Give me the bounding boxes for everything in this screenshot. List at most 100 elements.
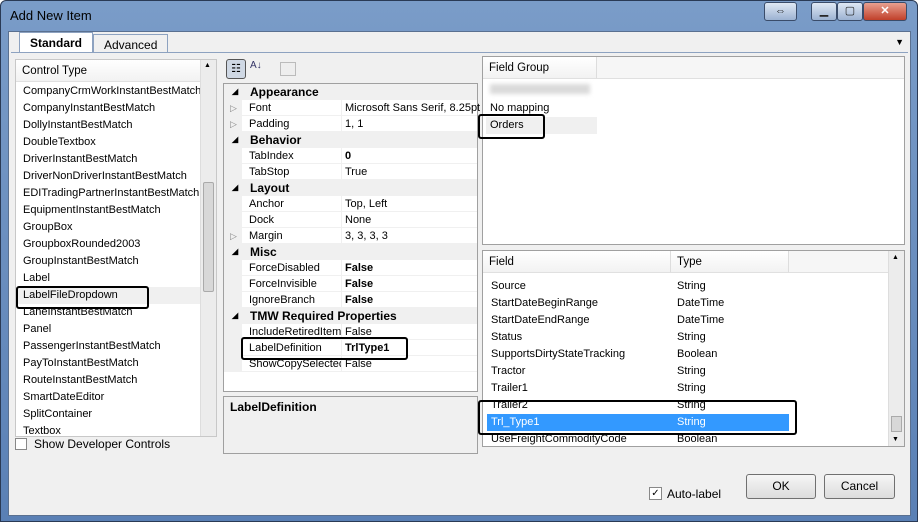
control-type-item[interactable]: GroupboxRounded2003 [17,236,200,253]
control-type-item[interactable]: PayToInstantBestMatch [17,355,200,372]
field-name: Trailer1 [491,382,528,394]
maximize-button[interactable]: ▢ [837,2,863,21]
control-type-item[interactable]: PassengerInstantBestMatch [17,338,200,355]
expand-icon[interactable]: ▷ [230,228,237,244]
resize-button[interactable]: ⇔ [764,2,797,21]
control-type-item[interactable]: DriverNonDriverInstantBestMatch [17,168,200,185]
categorized-view-icon[interactable]: ☷ [226,59,246,79]
property-row[interactable]: ForceDisabled False [224,260,477,276]
control-type-item[interactable]: DriverInstantBestMatch [17,151,200,168]
field-name: SupportsDirtyStateTracking [491,348,626,360]
alphabetical-sort-icon[interactable]: A↓ [250,60,262,71]
property-row[interactable]: TabStop True [224,164,477,180]
control-type-item[interactable]: EDITradingPartnerInstantBestMatch [17,185,200,202]
property-name: Padding [249,116,342,132]
property-category[interactable]: ◢ Appearance [224,84,477,100]
control-type-item[interactable]: EquipmentInstantBestMatch [17,202,200,219]
collapse-icon[interactable]: ◢ [232,244,238,260]
property-name: TabStop [249,164,342,180]
property-name: Margin [249,228,342,244]
collapse-icon[interactable]: ◢ [232,180,238,196]
property-row[interactable]: ForceInvisible False [224,276,477,292]
property-row[interactable]: ▷ Font Microsoft Sans Serif, 8.25pt [224,100,480,116]
description-title: LabelDefinition [230,400,317,414]
property-category[interactable]: ◢ Misc [224,244,477,260]
field-header: Field [483,251,671,273]
property-value[interactable]: 0 [345,148,351,164]
property-row[interactable]: Anchor Top, Left [224,196,477,212]
ok-button[interactable]: OK [746,474,816,499]
property-value[interactable]: False [345,276,373,292]
property-value[interactable]: False [345,292,373,308]
control-type-header: Control Type [16,60,216,82]
property-value[interactable]: 1, 1 [345,116,363,132]
property-value[interactable]: True [345,164,367,180]
property-row[interactable]: IgnoreBranch False [224,292,477,308]
control-type-item[interactable]: SmartDateEditor [17,389,200,406]
minimize-button[interactable]: ▁ [811,2,837,21]
show-dev-controls-checkbox[interactable] [15,438,27,450]
property-category[interactable]: ◢ TMW Required Properties [224,308,477,324]
control-type-list[interactable]: Control Type CompanyCrmWorkInstantBestMa… [15,59,217,437]
control-type-item[interactable]: CompanyInstantBestMatch [17,100,200,117]
property-category[interactable]: ◢ Layout [224,180,477,196]
tab-dropdown-icon[interactable]: ▼ [895,37,904,47]
property-row[interactable]: ▷ Margin 3, 3, 3, 3 [224,228,477,244]
property-description: LabelDefinition [223,396,478,454]
field-name: Tractor [491,365,526,377]
field-type: Boolean [677,348,718,360]
field-row[interactable]: StartDateEndRange DateTime [487,312,789,329]
property-value[interactable]: 3, 3, 3, 3 [345,228,388,244]
tab-advanced[interactable]: Advanced [93,34,169,53]
field-row[interactable]: Tractor String [487,363,789,380]
property-value[interactable]: Microsoft Sans Serif, 8.25pt [345,100,480,116]
property-name: ForceInvisible [249,276,342,292]
auto-label-checkbox[interactable]: ✓ [649,487,662,500]
list-scrollbar[interactable]: ▲ [200,60,216,436]
property-value[interactable]: False [345,260,373,276]
property-row[interactable]: Dock None [224,212,477,228]
field-row[interactable]: Trailer1 String [487,380,789,397]
field-row[interactable]: StartDateBeginRange DateTime [487,295,789,312]
field-name: StartDateEndRange [491,314,590,326]
cancel-button[interactable]: Cancel [824,474,895,499]
property-row[interactable]: TabIndex 0 [224,148,477,164]
control-type-item[interactable]: GroupInstantBestMatch [17,253,200,270]
expand-icon[interactable]: ▷ [230,100,237,116]
field-type: String [677,365,706,377]
control-type-item[interactable]: Panel [17,321,200,338]
field-type: DateTime [677,314,725,326]
collapse-icon[interactable]: ◢ [232,132,238,148]
collapse-icon[interactable]: ◢ [232,84,238,100]
dialog-window: Add New Item ⇔ ▁ ▢ ✕ Standard Advanced ▼… [0,0,918,522]
control-type-item[interactable]: DoubleTextbox [17,134,200,151]
tab-standard[interactable]: Standard [19,32,94,53]
field-type: DateTime [677,297,725,309]
property-value[interactable]: None [345,212,371,228]
type-header: Type [671,251,789,273]
control-type-item[interactable]: RouteInstantBestMatch [17,372,200,389]
window-title: Add New Item [10,8,92,23]
property-pages-icon[interactable] [280,62,296,76]
expand-icon[interactable]: ▷ [230,116,237,132]
control-type-item[interactable]: Label [17,270,200,287]
field-scrollbar[interactable]: ▲ ▼ [888,251,904,446]
field-row[interactable]: Status String [487,329,789,346]
property-row[interactable]: ▷ Padding 1, 1 [224,116,477,132]
control-type-item[interactable]: CompanyCrmWorkInstantBestMatch [17,83,201,100]
control-type-item[interactable]: DollyInstantBestMatch [17,117,200,134]
close-button[interactable]: ✕ [863,2,907,21]
property-value[interactable]: Top, Left [345,196,387,212]
control-type-item[interactable]: GroupBox [17,219,200,236]
property-name: ForceDisabled [249,260,342,276]
collapse-icon[interactable]: ◢ [232,308,238,324]
auto-label-label: Auto-label [667,487,722,501]
property-name: IgnoreBranch [249,292,342,308]
property-name: TabIndex [249,148,342,164]
field-row[interactable]: Source String [487,278,789,295]
field-row[interactable]: SupportsDirtyStateTracking Boolean [487,346,789,363]
field-name: StartDateBeginRange [491,297,599,309]
property-category[interactable]: ◢ Behavior [224,132,477,148]
control-type-item[interactable]: SplitContainer [17,406,200,423]
field-group-list[interactable]: Field Group No mapping Orders [482,56,905,245]
